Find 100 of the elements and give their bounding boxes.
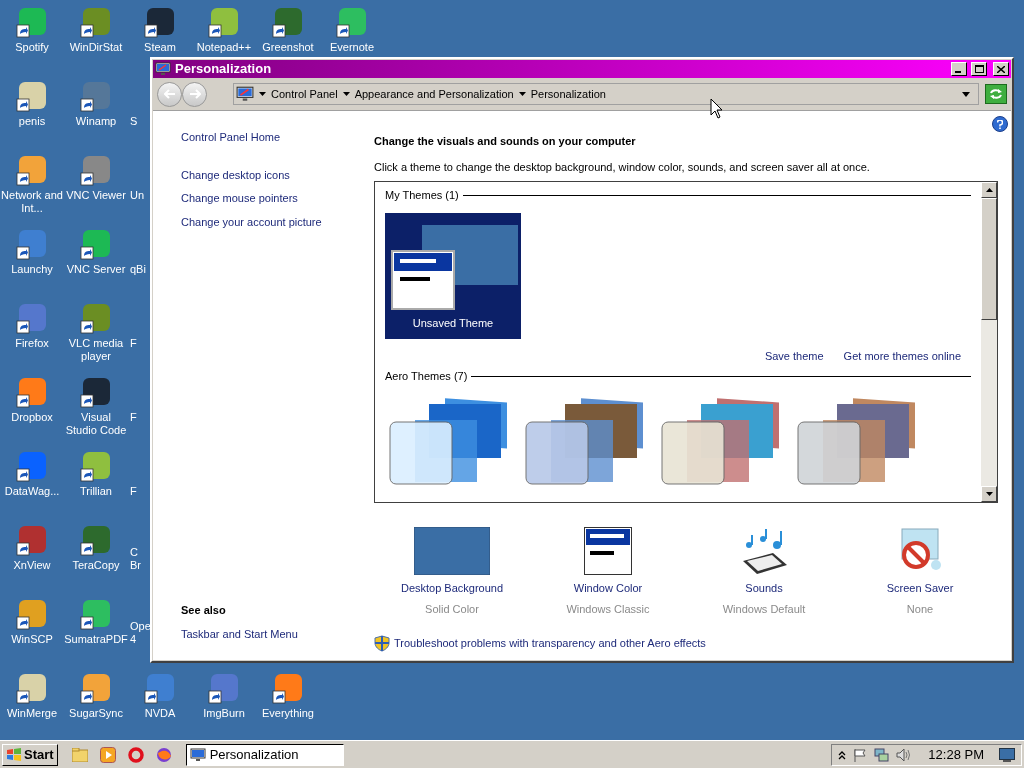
network-icon[interactable] bbox=[874, 747, 890, 762]
clock[interactable]: 12:28 PM bbox=[928, 744, 984, 765]
desktop-icon-label[interactable]: SumatraPDF bbox=[63, 633, 129, 646]
speaker-icon[interactable] bbox=[896, 747, 912, 762]
desktop-icon-label[interactable]: C bbox=[130, 546, 138, 559]
breadcrumb-arrow-icon[interactable] bbox=[259, 92, 266, 96]
desktop-icon-label[interactable]: Winamp bbox=[74, 115, 118, 128]
shortcut-icon[interactable] bbox=[80, 672, 112, 704]
scroll-down-arrow-icon[interactable] bbox=[985, 492, 993, 496]
setting-link[interactable]: Screen Saver bbox=[886, 580, 954, 597]
desktop-icon-label[interactable]: Everything bbox=[261, 707, 315, 720]
desktop-icon-label[interactable]: Spotify bbox=[14, 41, 50, 54]
shortcut-icon[interactable] bbox=[16, 154, 48, 186]
desktop-icon-label[interactable]: Ope bbox=[130, 620, 151, 633]
shortcut-icon[interactable] bbox=[80, 598, 112, 630]
shortcut-icon[interactable] bbox=[16, 302, 48, 334]
refresh-button[interactable] bbox=[985, 84, 1007, 104]
breadcrumb-item[interactable]: Control Panel bbox=[271, 85, 338, 103]
desktop-icon-label[interactable]: SugarSync bbox=[68, 707, 124, 720]
show-desktop-icon[interactable] bbox=[999, 747, 1015, 762]
breadcrumb-arrow-icon[interactable] bbox=[518, 92, 526, 96]
shortcut-icon[interactable] bbox=[16, 598, 48, 630]
desktop-icon-label[interactable]: Evernote bbox=[329, 41, 375, 54]
theme-tile[interactable]: Unsaved Theme bbox=[385, 212, 521, 339]
desktop-icon-label[interactable]: Un bbox=[130, 189, 145, 202]
desktop-icon-label[interactable]: Dropbox bbox=[10, 411, 54, 424]
desktop-icon-label[interactable]: Notepad++ bbox=[195, 41, 253, 54]
desktop-icon-label[interactable]: Br bbox=[130, 559, 141, 572]
setting-link[interactable]: Sounds bbox=[745, 580, 783, 597]
chevron-up-icon[interactable] bbox=[838, 749, 847, 760]
shortcut-icon[interactable] bbox=[144, 6, 176, 38]
shortcut-icon[interactable] bbox=[208, 672, 240, 704]
breadcrumb-arrow-icon[interactable] bbox=[342, 92, 350, 96]
shortcut-icon[interactable] bbox=[144, 672, 176, 704]
desktop-icon-label[interactable]: Network and Int... bbox=[0, 189, 64, 215]
desktop-icon-label[interactable]: qBi bbox=[130, 263, 146, 276]
desktop-icon-label[interactable]: F bbox=[130, 485, 137, 498]
shortcut-icon[interactable] bbox=[272, 6, 304, 38]
shortcut-icon[interactable] bbox=[16, 6, 48, 38]
close-button[interactable] bbox=[993, 62, 1009, 76]
shortcut-icon[interactable] bbox=[80, 524, 112, 556]
setting-link[interactable]: Window Color bbox=[573, 580, 643, 597]
desktop-icon-label[interactable]: WinDirStat bbox=[68, 41, 124, 54]
desktop-icon-label[interactable]: Steam bbox=[143, 41, 177, 54]
desktop-icon-label[interactable]: VNC Viewer bbox=[65, 189, 127, 202]
desktop-icon-label[interactable]: 4 bbox=[130, 633, 137, 646]
shortcut-icon[interactable] bbox=[80, 302, 112, 334]
shortcut-icon[interactable] bbox=[80, 376, 112, 408]
desktop-icon-label[interactable]: F bbox=[130, 411, 137, 424]
shortcut-icon[interactable] bbox=[16, 376, 48, 408]
shortcut-icon[interactable] bbox=[80, 450, 112, 482]
task-link[interactable]: Change desktop icons bbox=[181, 166, 290, 183]
ring-icon[interactable] bbox=[127, 746, 144, 763]
desktop-icon-label[interactable]: Trillian bbox=[79, 485, 113, 498]
see-also-link[interactable]: Taskbar and Start Menu bbox=[181, 625, 298, 642]
task-link[interactable]: Change mouse pointers bbox=[181, 190, 298, 207]
desktop-icon-label[interactable]: S bbox=[130, 115, 138, 128]
shortcut-icon[interactable] bbox=[80, 228, 112, 260]
desktop-icon-label[interactable]: Launchy bbox=[10, 263, 54, 276]
setting-link[interactable]: Desktop Background bbox=[400, 580, 504, 597]
desktop-icon-label[interactable]: F bbox=[130, 337, 137, 350]
window-color-icon[interactable] bbox=[584, 527, 632, 575]
scroll-up-arrow-icon[interactable] bbox=[985, 188, 993, 192]
desktop-icon-label[interactable]: Visual Studio Code bbox=[64, 411, 128, 437]
shortcut-icon[interactable] bbox=[336, 6, 368, 38]
troubleshoot-link[interactable]: Troubleshoot problems with transparency and other Aero effects bbox=[394, 635, 706, 652]
shortcut-icon[interactable] bbox=[16, 672, 48, 704]
desktop-icon-label[interactable]: TeraCopy bbox=[71, 559, 121, 572]
desktop-icon-label[interactable]: XnView bbox=[12, 559, 52, 572]
shortcut-icon[interactable] bbox=[80, 80, 112, 112]
taskbar-button[interactable]: Personalization bbox=[185, 743, 344, 766]
scrollbar[interactable] bbox=[981, 182, 997, 502]
shortcut-icon[interactable] bbox=[16, 228, 48, 260]
theme-link[interactable]: Get more themes online bbox=[843, 347, 961, 364]
desktop-icon-label[interactable]: WinSCP bbox=[10, 633, 54, 646]
shortcut-icon[interactable] bbox=[16, 80, 48, 112]
fox-globe-icon[interactable] bbox=[155, 746, 172, 763]
shortcut-icon[interactable] bbox=[16, 524, 48, 556]
control-panel-home-link[interactable]: Control Panel Home bbox=[181, 129, 281, 146]
minimize-button[interactable] bbox=[951, 62, 967, 76]
desktop-icon-label[interactable]: DataWag... bbox=[3, 485, 61, 498]
address-field[interactable]: Control Panel Appearance and Personalization Personalization bbox=[233, 83, 979, 105]
shortcut-icon[interactable] bbox=[80, 6, 112, 38]
dropdown-arrow-icon[interactable] bbox=[962, 91, 970, 97]
breadcrumb-item[interactable]: Personalization bbox=[530, 85, 606, 103]
flag-icon[interactable] bbox=[853, 747, 868, 762]
task-link[interactable]: Change your account picture bbox=[181, 213, 322, 230]
shortcut-icon[interactable] bbox=[80, 154, 112, 186]
desktop-icon-label[interactable]: NVDA bbox=[143, 707, 177, 720]
help-button[interactable] bbox=[992, 116, 1008, 132]
solid-color-swatch[interactable] bbox=[414, 527, 490, 575]
desktop-icon-label[interactable]: Greenshot bbox=[261, 41, 315, 54]
desktop-icon-label[interactable]: VLC media player bbox=[64, 337, 128, 363]
desktop-icon-label[interactable]: VNC Server bbox=[65, 263, 127, 276]
desktop-icon-label[interactable]: penis bbox=[17, 115, 47, 128]
maximize-button[interactable] bbox=[971, 62, 987, 76]
shortcut-icon[interactable] bbox=[272, 672, 304, 704]
media-player-icon[interactable] bbox=[99, 746, 116, 763]
desktop-icon-label[interactable]: Firefox bbox=[14, 337, 50, 350]
breadcrumb-item[interactable]: Appearance and Personalization bbox=[354, 85, 514, 103]
